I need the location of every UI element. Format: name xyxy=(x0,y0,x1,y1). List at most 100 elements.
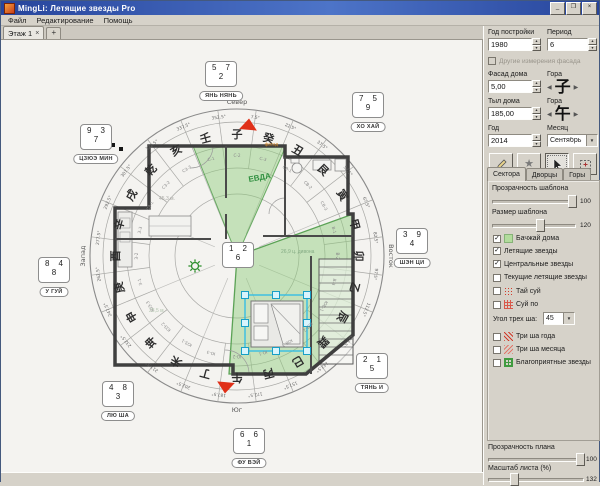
rear-degree-spinner[interactable]: ▲▼ xyxy=(488,107,541,120)
door-arc xyxy=(269,198,285,214)
close-button[interactable]: × xyxy=(582,2,597,15)
year-built-label: Год постройки xyxy=(488,29,534,36)
svg-text:З-3: З-3 xyxy=(137,226,144,234)
three-sha-angle-select[interactable]: 45 ▼ xyxy=(543,312,575,325)
plan-opacity-slider[interactable] xyxy=(488,453,584,464)
checkbox-three-sha-month[interactable]: Три ша месяца xyxy=(493,345,565,354)
slider-thumb[interactable] xyxy=(536,219,545,232)
plan-opacity-value: 100 xyxy=(586,456,597,463)
spin-buttons[interactable]: ▲▼ xyxy=(532,80,541,93)
svg-text:З-2: З-2 xyxy=(134,252,139,259)
sheet-scale-slider[interactable] xyxy=(488,473,584,484)
year-input[interactable] xyxy=(488,134,532,147)
gear-marker-icon[interactable] xyxy=(188,259,201,272)
svg-text:З-1: З-1 xyxy=(137,278,144,286)
svg-text:фасад: фасад xyxy=(265,141,279,146)
facade-mountain-char: 子 xyxy=(555,78,571,96)
svg-text:26,9 ц. дивона: 26,9 ц. дивона xyxy=(281,249,315,255)
facade-degree-input[interactable] xyxy=(488,80,532,93)
spin-buttons[interactable]: ▲▼ xyxy=(532,134,541,147)
rear-degree-input[interactable] xyxy=(488,107,532,120)
red-dots-icon xyxy=(504,287,513,296)
checkbox-current-flying-stars[interactable]: Текущие летящие звезды xyxy=(493,274,587,282)
month-select[interactable]: Сентябрь ▼ xyxy=(547,134,598,147)
svg-text:352.5°: 352.5° xyxy=(211,114,226,122)
slider-thumb[interactable] xyxy=(576,453,585,466)
rear-label: Тыл дома xyxy=(488,98,520,105)
svg-text:СЗ-1: СЗ-1 xyxy=(145,200,154,211)
svg-text:亥: 亥 xyxy=(168,142,185,160)
menu-file[interactable]: Файл xyxy=(3,16,31,25)
next-mountain-icon[interactable]: ▶ xyxy=(574,84,579,91)
period-spinner[interactable]: ▲▼ xyxy=(547,38,597,51)
year-built-input[interactable] xyxy=(488,38,532,51)
maximize-button[interactable]: ❐ xyxy=(566,2,581,15)
svg-text:Ю-2: Ю-2 xyxy=(232,354,241,359)
slider-thumb[interactable] xyxy=(510,473,519,486)
prev-mountain-icon[interactable]: ◀ xyxy=(547,111,552,118)
checkbox-three-sha-year[interactable]: Три ша года xyxy=(493,332,555,341)
checkbox-other-facade-measure: Другие измерения фасада xyxy=(488,57,580,65)
drag-handle[interactable] xyxy=(111,143,115,147)
svg-text:未: 未 xyxy=(167,352,185,371)
checkbox-favorable-stars[interactable]: Благоприятные звезды xyxy=(493,358,591,367)
svg-text:酉: 酉 xyxy=(109,251,122,262)
svg-text:Север: Север xyxy=(227,98,248,106)
slider-thumb[interactable] xyxy=(568,195,577,208)
svg-text:ЮЗ-2: ЮЗ-2 xyxy=(160,321,172,333)
minimize-button[interactable]: _ xyxy=(550,2,565,15)
sectors-tab-page: Прозрачность шаблона 100 Размер шаблона … xyxy=(487,180,600,441)
prev-mountain-icon[interactable]: ◀ xyxy=(547,84,552,91)
svg-text:申: 申 xyxy=(123,309,141,326)
bed[interactable] xyxy=(251,301,303,347)
svg-text:45,3 м.: 45,3 м. xyxy=(159,196,175,202)
dropdown-icon[interactable]: ▼ xyxy=(586,135,597,146)
checkbox-tai-sui[interactable]: Тай суй xyxy=(493,287,541,296)
svg-text:СЗ-3: СЗ-3 xyxy=(181,164,192,173)
sheet-scale-label: Масштаб листа (%) xyxy=(488,465,551,472)
svg-text:甲: 甲 xyxy=(347,218,362,232)
checkbox-central-stars[interactable]: ✓Центральные звезды xyxy=(493,260,573,268)
svg-text:Юг: Юг xyxy=(232,406,243,414)
add-floor-tab-button[interactable]: + xyxy=(46,27,61,39)
spin-down-icon: ▼ xyxy=(532,141,541,148)
tab-close-icon[interactable]: × xyxy=(35,30,39,37)
svg-text:7.5°: 7.5° xyxy=(250,114,260,121)
titlebar[interactable]: MingLi: Летящие звезды Pro _ ❐ × xyxy=(1,1,599,15)
year-built-spinner[interactable]: ▲▼ xyxy=(488,38,541,51)
svg-text:СВ-2: СВ-2 xyxy=(303,180,314,191)
red-grid-icon xyxy=(504,300,513,309)
checkbox-bazhai-house[interactable]: ✓Бачжай дома xyxy=(493,234,559,243)
panel-tabs: Сектора Дворцы Горы xyxy=(487,167,591,181)
template-opacity-slider[interactable] xyxy=(492,195,576,206)
drag-handle[interactable] xyxy=(119,147,123,151)
template-opacity-value: 100 xyxy=(580,198,591,205)
green-swatch-icon xyxy=(504,234,513,243)
year-spinner[interactable]: ▲▼ xyxy=(488,134,541,147)
tab-floor-1[interactable]: Этаж 1 × xyxy=(3,26,44,39)
facade-degree-spinner[interactable]: ▲▼ xyxy=(488,80,541,93)
svg-text:丁: 丁 xyxy=(199,366,213,381)
svg-text:277.5°: 277.5° xyxy=(95,230,103,245)
svg-text:В-2: В-2 xyxy=(335,252,340,259)
svg-text:壬: 壬 xyxy=(198,130,212,146)
template-size-slider[interactable] xyxy=(492,219,576,230)
menu-edit[interactable]: Редактирование xyxy=(31,16,98,25)
app-window: MingLi: Летящие звезды Pro _ ❐ × Файл Ре… xyxy=(0,0,600,482)
spin-buttons[interactable]: ▲▼ xyxy=(532,38,541,51)
dropdown-icon[interactable]: ▼ xyxy=(563,313,574,324)
menu-help[interactable]: Помощь xyxy=(99,16,138,25)
window-bottom-strip xyxy=(1,472,483,485)
period-input[interactable] xyxy=(547,38,588,51)
template-size-label: Размер шаблона xyxy=(492,209,547,216)
next-mountain-icon[interactable]: ▶ xyxy=(574,111,579,118)
svg-text:卯: 卯 xyxy=(352,251,366,262)
plan-canvas[interactable]: 子С-2癸С-3丑СВ-1艮СВ-2寅СВ-3甲В-1卯В-2乙В-3辰ЮВ-1… xyxy=(1,40,483,472)
spin-buttons[interactable]: ▲▼ xyxy=(588,38,597,51)
facade-label: Фасад дома xyxy=(488,71,527,78)
svg-text:22.5°: 22.5° xyxy=(284,122,297,132)
tab-sectors[interactable]: Сектора xyxy=(487,167,526,181)
checkbox-sui-po[interactable]: Суй по xyxy=(493,300,538,309)
spin-buttons[interactable]: ▲▼ xyxy=(532,107,541,120)
checkbox-flying-stars[interactable]: ✓Летящие звезды xyxy=(493,247,558,255)
